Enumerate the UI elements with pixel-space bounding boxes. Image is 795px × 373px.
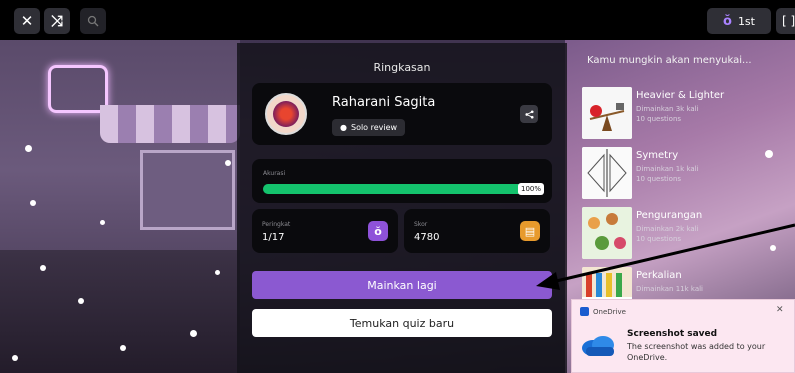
rank-label: Peringkat (262, 221, 291, 228)
accuracy-label: Akurasi (263, 170, 286, 177)
quiz-thumbnail (582, 147, 632, 199)
snowflake (190, 330, 197, 337)
top-bar: ✕ ⤨ ŏ 1st [ ] (0, 0, 795, 40)
quiz-plays: Dimainkan 1k kali (636, 165, 699, 173)
shuffle-icon[interactable]: ⤨ (44, 8, 70, 34)
snowflake (225, 160, 231, 166)
snowflake (215, 270, 220, 275)
toast-app-name: OneDrive (593, 307, 626, 316)
rank-badge[interactable]: ŏ 1st (707, 8, 771, 34)
play-again-button[interactable]: Mainkan lagi (252, 271, 552, 299)
snowflake (40, 265, 46, 271)
accuracy-bar-fill (263, 184, 538, 194)
snowflake (120, 345, 126, 351)
close-icon[interactable]: ✕ (14, 8, 40, 34)
mode-badge: ● Solo review (332, 119, 406, 136)
medal-icon: ŏ (368, 221, 388, 241)
score-card: Skor 4780 ▤ (404, 209, 550, 253)
shop-window-decoration (140, 150, 235, 230)
sidewalk-decoration (0, 250, 240, 373)
accuracy-bar: 100% (263, 183, 544, 195)
cloud-icon (582, 336, 614, 356)
snowflake (30, 200, 36, 206)
toast-app: OneDrive (580, 307, 626, 316)
quiz-thumbnail (582, 87, 632, 139)
snowflake (12, 355, 18, 361)
user-icon: ● (340, 123, 347, 132)
onedrive-app-icon (580, 307, 589, 316)
summary-panel: Ringkasan Raharani Sagita ● Solo review … (237, 43, 567, 373)
snowflake (100, 220, 105, 225)
find-new-quiz-button[interactable]: Temukan quiz baru (252, 309, 552, 337)
list-item[interactable]: Symetry Dimainkan 1k kali 10 questions (582, 147, 757, 199)
score-value: 4780 (414, 232, 440, 243)
list-item[interactable]: Heavier & Lighter Dimainkan 3k kali 10 q… (582, 87, 757, 139)
share-icon (524, 109, 534, 119)
rank-value: 1/17 (262, 232, 285, 243)
accuracy-card: Akurasi 100% (252, 159, 552, 203)
fullscreen-icon[interactable]: [ ] (776, 8, 795, 34)
zoom-icon[interactable] (80, 8, 106, 34)
quiz-title: Symetry (636, 150, 679, 161)
player-name: Raharani Sagita (332, 95, 436, 110)
mode-label: Solo review (350, 123, 398, 132)
quiz-title: Heavier & Lighter (636, 90, 725, 101)
snowflake (78, 298, 84, 304)
score-label: Skor (414, 221, 428, 228)
toast-body: The screenshot was added to your OneDriv… (627, 342, 766, 362)
awning-decoration (100, 105, 240, 143)
toast-title: Screenshot saved (627, 329, 718, 339)
quiz-plays: Dimainkan 3k kali (636, 105, 699, 113)
avatar (265, 93, 307, 135)
quiz-questions: 10 questions (636, 175, 682, 183)
snowflake (765, 150, 773, 158)
notification-toast[interactable]: OneDrive ✕ Screenshot saved The screensh… (571, 299, 795, 373)
rank-card: Peringkat 1/17 ŏ (252, 209, 398, 253)
rank-badge-label: 1st (737, 14, 755, 28)
annotation-arrow (536, 223, 795, 290)
close-icon[interactable]: ✕ (776, 305, 784, 315)
recommendations-title: Kamu mungkin akan menyukai... (587, 55, 752, 66)
share-button[interactable] (520, 105, 538, 123)
panel-title: Ringkasan (373, 61, 431, 74)
accuracy-percent: 100% (517, 183, 544, 195)
medal-icon: ŏ (723, 13, 732, 29)
snowflake (25, 145, 32, 152)
profile-card: Raharani Sagita ● Solo review (252, 83, 552, 145)
quiz-questions: 10 questions (636, 115, 682, 123)
coffee-sign-decoration (48, 65, 108, 113)
